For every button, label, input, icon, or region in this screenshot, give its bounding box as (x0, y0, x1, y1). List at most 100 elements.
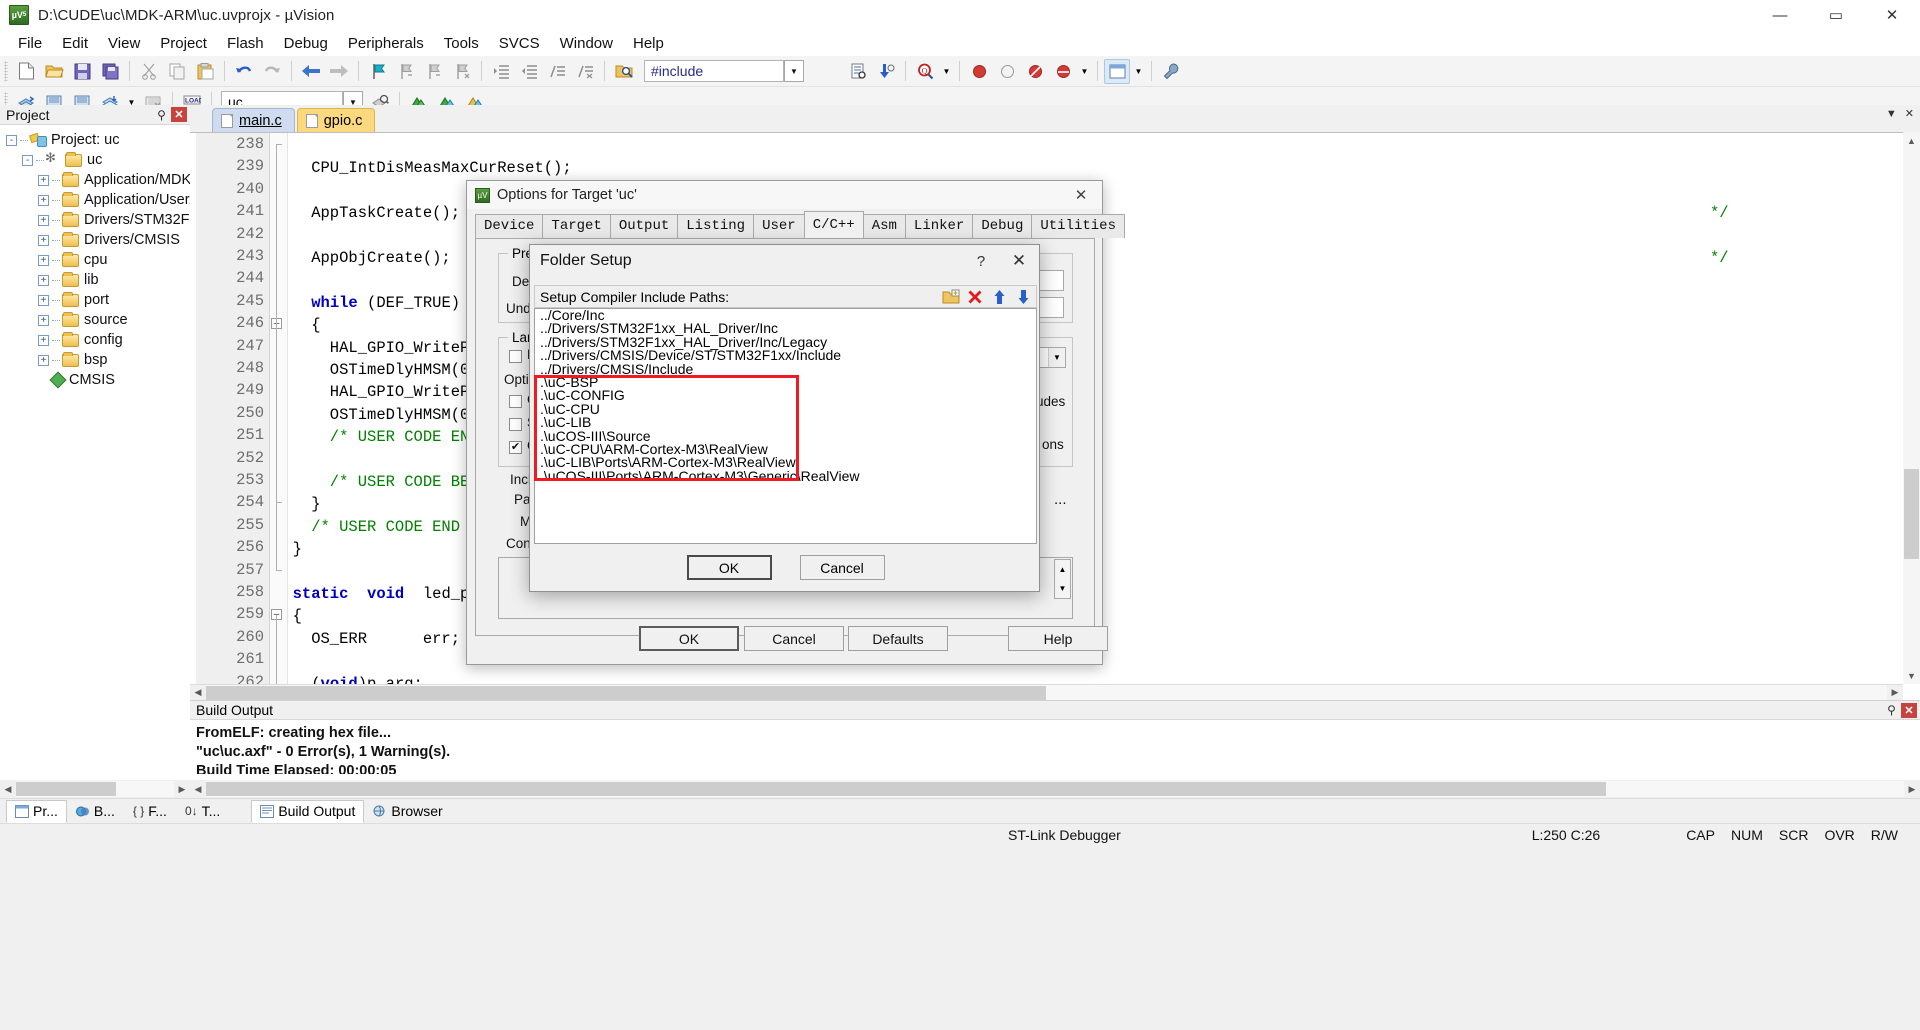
expander-icon[interactable]: + (38, 254, 49, 266)
bookmark-next-icon[interactable] (421, 59, 447, 84)
back-arrow-icon[interactable] (298, 59, 324, 84)
expander-icon[interactable]: + (38, 194, 49, 206)
save-all-icon[interactable] (97, 59, 123, 84)
scroll-thumb[interactable] (16, 782, 116, 796)
menu-file[interactable]: File (8, 32, 52, 55)
close-button[interactable]: ✕ (1864, 0, 1920, 30)
close-icon[interactable]: ✕ (171, 107, 187, 122)
tab-output[interactable]: Output (609, 214, 679, 238)
optimize-for-time-checkbox[interactable] (509, 395, 522, 408)
tab-target[interactable]: Target (542, 214, 611, 238)
include-path-item[interactable]: .\uC-CONFIG (535, 388, 1036, 402)
bookmark-toggle-icon[interactable] (365, 59, 391, 84)
menu-project[interactable]: Project (150, 32, 217, 55)
breakpoint-toggle-all-icon[interactable] (1050, 59, 1076, 84)
magnifier-dropdown-icon[interactable]: ▼ (940, 59, 953, 84)
code-line[interactable]: /* USER CODE BEGIN (274, 471, 497, 493)
options-defaults-button[interactable]: Defaults (848, 626, 948, 651)
tab-main-c[interactable]: main.c (212, 108, 295, 132)
code-line[interactable]: } (274, 538, 302, 560)
include-paths-list[interactable]: ../Core/Inc ../Drivers/STM32F1xx_HAL_Driv… (534, 308, 1037, 544)
code-line[interactable]: AppTaskCreate(); (274, 202, 460, 224)
find-combo[interactable]: #include (644, 60, 784, 82)
tab-scroll-icon[interactable]: ▼ (1886, 108, 1897, 120)
tab-asm[interactable]: Asm (862, 214, 906, 238)
menu-svcs[interactable]: SVCS (489, 32, 550, 55)
copy-icon[interactable] (164, 59, 190, 84)
expander-icon[interactable]: + (38, 354, 49, 366)
code-line[interactable]: CPU_IntDisMeasMaxCurReset(); (274, 157, 571, 179)
control-string-spinner[interactable]: ▲ ▼ (1054, 559, 1071, 599)
bottom-tab-templates[interactable]: 0↓ T... (176, 800, 229, 823)
expander-icon[interactable]: + (38, 294, 49, 306)
project-pane-scrollbar[interactable]: ◀ ▶ (0, 780, 190, 798)
menu-debug[interactable]: Debug (274, 32, 338, 55)
editor-vertical-scrollbar[interactable]: ▲ ▼ (1903, 132, 1920, 684)
scroll-right-icon[interactable]: ▶ (1887, 684, 1903, 701)
arrow-down-icon[interactable] (1012, 286, 1034, 307)
arrow-up-icon[interactable] (988, 286, 1010, 307)
expander-icon[interactable]: - (6, 134, 17, 146)
toolbar-grip[interactable] (4, 61, 8, 81)
expander-icon[interactable]: + (38, 274, 49, 286)
scroll-track[interactable] (206, 684, 1887, 701)
tree-item-group[interactable]: + port (6, 290, 190, 310)
expander-icon[interactable]: - (22, 154, 33, 166)
configure-icon[interactable] (1158, 59, 1184, 84)
build-output-scrollbar[interactable]: ◀ ▶ (190, 780, 1920, 798)
bottom-tab-books[interactable]: B... (67, 800, 124, 823)
find-combo-arrow[interactable]: ▼ (784, 60, 804, 82)
exec-only-checkbox[interactable] (509, 350, 522, 363)
comment-icon[interactable] (544, 59, 570, 84)
one-elf-checkbox[interactable]: ✔ (509, 441, 522, 454)
expander-icon[interactable]: + (38, 174, 49, 186)
bottom-tab-project[interactable]: Pr... (6, 799, 67, 823)
tab-listing[interactable]: Listing (677, 214, 755, 238)
scroll-left-icon[interactable]: ◀ (0, 781, 16, 797)
new-file-icon[interactable] (13, 59, 39, 84)
tree-item-group[interactable]: + source (6, 310, 190, 330)
expander-icon[interactable]: + (38, 314, 49, 326)
find-document-icon[interactable] (845, 59, 871, 84)
folder-setup-cancel-button[interactable]: Cancel (799, 555, 885, 580)
tree-item-cmsis[interactable]: CMSIS (6, 370, 190, 390)
scroll-right-icon[interactable]: ▶ (1904, 781, 1920, 797)
tree-item-target[interactable]: - uc (6, 150, 190, 170)
expander-icon[interactable]: + (38, 334, 49, 346)
tab-debug[interactable]: Debug (972, 214, 1033, 238)
chevron-down-icon[interactable]: ▼ (1048, 348, 1065, 367)
scroll-down-icon[interactable]: ▼ (1903, 667, 1920, 684)
tab-linker[interactable]: Linker (904, 214, 974, 238)
tree-item-group[interactable]: + config (6, 330, 190, 350)
indent-left-icon[interactable] (516, 59, 542, 84)
find-next-icon[interactable] (873, 59, 899, 84)
scroll-right-icon[interactable]: ▶ (174, 781, 190, 797)
close-icon[interactable]: ✕ (1901, 702, 1917, 718)
expander-icon[interactable]: + (38, 214, 49, 226)
breakpoint-clear-icon[interactable] (1022, 59, 1048, 84)
split-sections-checkbox[interactable] (509, 418, 522, 431)
menu-help[interactable]: Help (623, 32, 674, 55)
options-close-button[interactable]: ✕ (1060, 181, 1102, 209)
tree-item-project[interactable]: - Project: uc (6, 130, 190, 150)
cut-icon[interactable] (136, 59, 162, 84)
tab-device[interactable]: Device (475, 214, 544, 238)
spin-up-icon[interactable]: ▲ (1055, 560, 1070, 579)
tree-item-group[interactable]: + Application/MDK- (6, 170, 190, 190)
include-path-item[interactable]: .\uC-CPU (535, 402, 1036, 416)
bottom-tab-browser[interactable]: Browser (364, 800, 451, 823)
menu-view[interactable]: View (98, 32, 150, 55)
tree-item-group[interactable]: + bsp (6, 350, 190, 370)
minimize-button[interactable]: — (1752, 0, 1808, 30)
open-file-icon[interactable] (41, 59, 67, 84)
pin-icon[interactable]: ⚲ (1884, 703, 1899, 717)
spin-down-icon[interactable]: ▼ (1055, 579, 1070, 598)
breakpoint-icon[interactable] (966, 59, 992, 84)
bookmark-prev-icon[interactable] (393, 59, 419, 84)
paste-icon[interactable] (192, 59, 218, 84)
scroll-track[interactable] (206, 781, 1904, 797)
scroll-thumb[interactable] (1904, 469, 1919, 559)
folder-setup-ok-button[interactable]: OK (686, 555, 772, 580)
uncomment-icon[interactable] (572, 59, 598, 84)
redo-icon[interactable] (259, 59, 285, 84)
